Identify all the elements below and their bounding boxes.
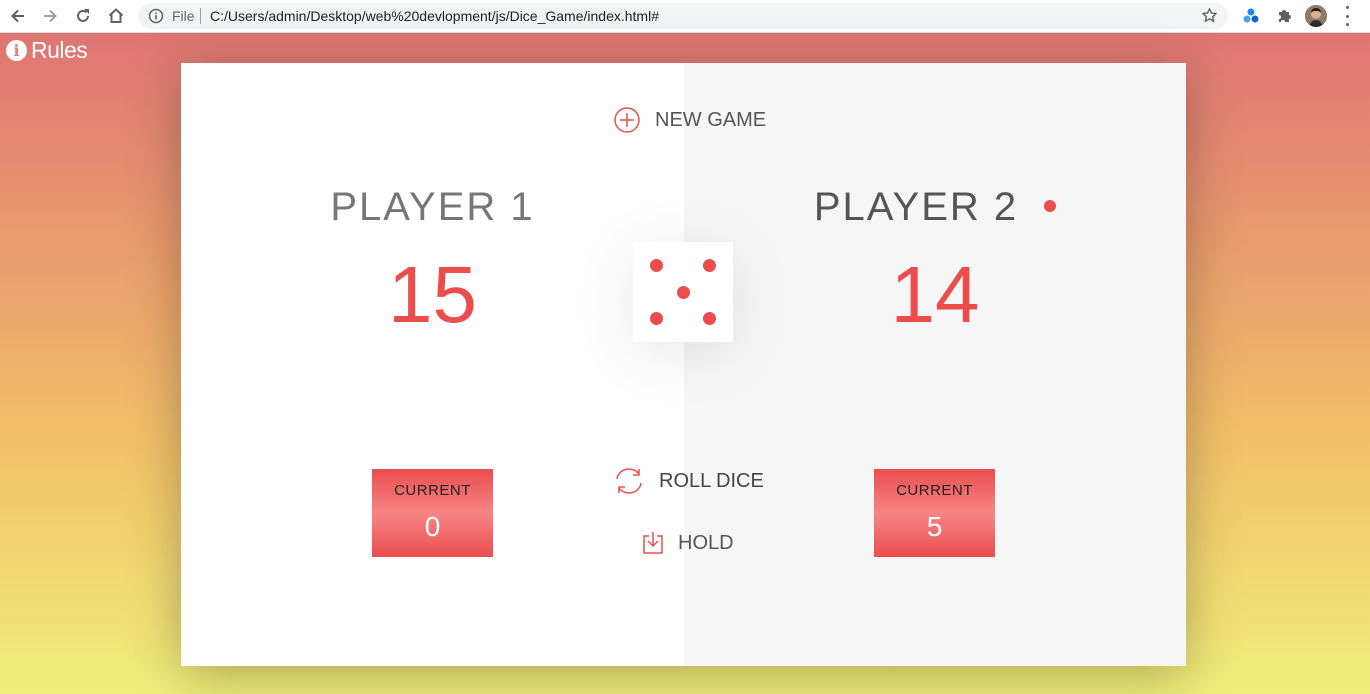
dice-pip	[676, 285, 690, 299]
plus-circle-icon	[614, 107, 640, 133]
dice-pip	[703, 312, 716, 325]
refresh-icon	[616, 468, 642, 494]
rules-button[interactable]: i Rules	[6, 37, 88, 64]
info-icon[interactable]	[148, 8, 164, 29]
home-button[interactable]	[104, 4, 128, 28]
new-game-button[interactable]: NEW GAME	[607, 105, 772, 135]
player-2-current-label: CURRENT	[896, 482, 973, 499]
player-1-current-value: 0	[424, 511, 441, 542]
player-1-current-box: CURRENT 0	[372, 469, 493, 557]
hold-button[interactable]: HOLD	[636, 530, 740, 556]
dice-pip	[650, 259, 663, 272]
url-text[interactable]: C:/Users/admin/Desktop/web%20devlopment/…	[210, 8, 659, 24]
download-tray-icon	[643, 532, 663, 554]
rules-label: Rules	[31, 37, 88, 63]
info-icon: i	[6, 40, 27, 61]
player-1-panel: PLAYER 1 15 CURRENT 0	[181, 63, 684, 666]
player-2-name: PLAYER 2	[684, 185, 1186, 230]
forward-button[interactable]	[38, 4, 62, 28]
back-button[interactable]	[6, 4, 30, 28]
player-2-panel: PLAYER 2 14 CURRENT 5	[684, 63, 1186, 666]
extension-icon[interactable]	[1240, 5, 1262, 27]
browser-toolbar: File C:/Users/admin/Desktop/web%20devlop…	[0, 0, 1370, 33]
reload-icon	[77, 9, 89, 22]
dice-pip	[703, 259, 716, 272]
page-background: i Rules PLAYER 1 15 CURRENT 0 PLAYER 2 1…	[0, 33, 1370, 694]
player-1-current-label: CURRENT	[394, 482, 471, 499]
puzzle-icon[interactable]	[1273, 5, 1295, 27]
dice	[633, 242, 733, 342]
reload-button[interactable]	[71, 4, 95, 28]
hold-label: HOLD	[678, 531, 734, 554]
profile-avatar[interactable]	[1305, 5, 1327, 27]
player-1-score: 15	[388, 250, 477, 339]
player-2-current-box: CURRENT 5	[874, 469, 995, 557]
file-label: File	[172, 8, 195, 24]
player-1-name: PLAYER 1	[330, 185, 535, 229]
player-2-score: 14	[890, 250, 980, 339]
active-player-indicator	[1044, 200, 1057, 213]
game-board: PLAYER 1 15 CURRENT 0 PLAYER 2 14 CURREN…	[181, 63, 1186, 666]
arrow-right-icon	[44, 9, 57, 23]
address-bar[interactable]: File C:/Users/admin/Desktop/web%20devlop…	[138, 3, 1228, 29]
divider	[200, 8, 201, 24]
roll-dice-label: ROLL DICE	[659, 469, 764, 492]
new-game-label: NEW GAME	[655, 108, 767, 131]
dice-pip	[650, 312, 663, 325]
bookmark-star-icon[interactable]	[1201, 7, 1218, 29]
arrow-left-icon	[11, 9, 24, 23]
roll-dice-button[interactable]: ROLL DICE	[607, 465, 770, 497]
home-icon	[108, 8, 124, 23]
browser-menu-icon[interactable]	[1342, 6, 1352, 26]
player-2-current-value: 5	[926, 511, 943, 542]
